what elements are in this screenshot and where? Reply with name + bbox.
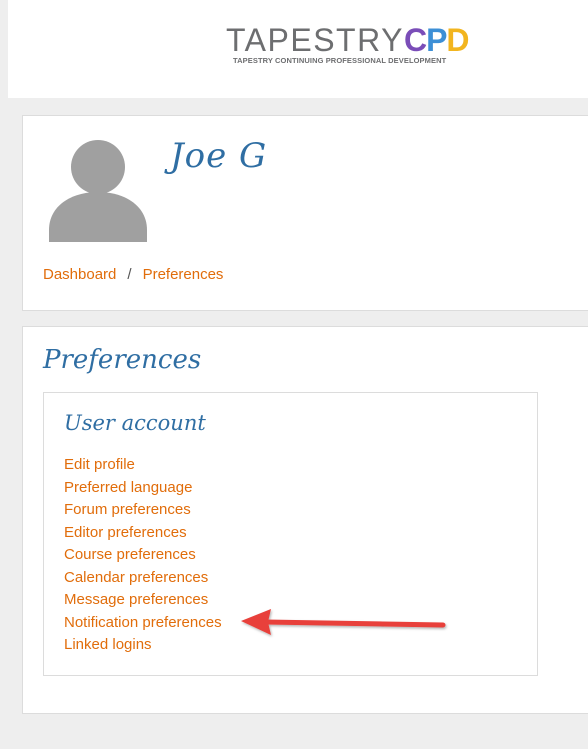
list-item: Calendar preferences	[64, 567, 222, 590]
default-user-icon	[49, 140, 147, 242]
linked-logins-link[interactable]: Linked logins	[64, 636, 152, 653]
tapestry-cpd-logo[interactable]: TAPESTRYCPD TAPESTRY CONTINUING PROFESSI…	[226, 22, 486, 72]
section-title: User account	[64, 411, 206, 435]
breadcrumb-separator: /	[127, 266, 132, 283]
list-item: Linked logins	[64, 634, 222, 657]
forum-preferences-link[interactable]: Forum preferences	[64, 501, 191, 518]
user-name: Joe G	[170, 136, 268, 176]
logo-wordmark: TAPESTRYCPD	[226, 22, 470, 58]
logo-tagline: TAPESTRY CONTINUING PROFESSIONAL DEVELOP…	[233, 56, 447, 65]
user-account-links: Edit profile Preferred language Forum pr…	[64, 454, 222, 657]
profile-card: Joe G Dashboard / Preferences	[22, 115, 588, 311]
page-title: Preferences	[43, 345, 202, 375]
site-header: TAPESTRYCPD TAPESTRY CONTINUING PROFESSI…	[8, 0, 588, 98]
preferences-card: Preferences User account Edit profile Pr…	[22, 326, 588, 714]
list-item: Edit profile	[64, 454, 222, 477]
list-item: Notification preferences	[64, 612, 222, 635]
list-item: Editor preferences	[64, 522, 222, 545]
editor-preferences-link[interactable]: Editor preferences	[64, 524, 187, 541]
preferred-language-link[interactable]: Preferred language	[64, 479, 192, 496]
list-item: Message preferences	[64, 589, 222, 612]
list-item: Course preferences	[64, 544, 222, 567]
list-item: Preferred language	[64, 477, 222, 500]
list-item: Forum preferences	[64, 499, 222, 522]
red-arrow-icon	[241, 609, 446, 635]
breadcrumb-dashboard[interactable]: Dashboard	[43, 266, 116, 283]
breadcrumb: Dashboard / Preferences	[43, 266, 223, 283]
logo-brand-accent: CPD	[403, 22, 470, 58]
notification-preferences-link[interactable]: Notification preferences	[64, 614, 222, 631]
calendar-preferences-link[interactable]: Calendar preferences	[64, 569, 208, 586]
course-preferences-link[interactable]: Course preferences	[64, 546, 196, 563]
message-preferences-link[interactable]: Message preferences	[64, 591, 208, 608]
logo-brand-main: TAPESTRY	[226, 22, 404, 58]
breadcrumb-preferences[interactable]: Preferences	[143, 266, 224, 283]
edit-profile-link[interactable]: Edit profile	[64, 456, 135, 473]
